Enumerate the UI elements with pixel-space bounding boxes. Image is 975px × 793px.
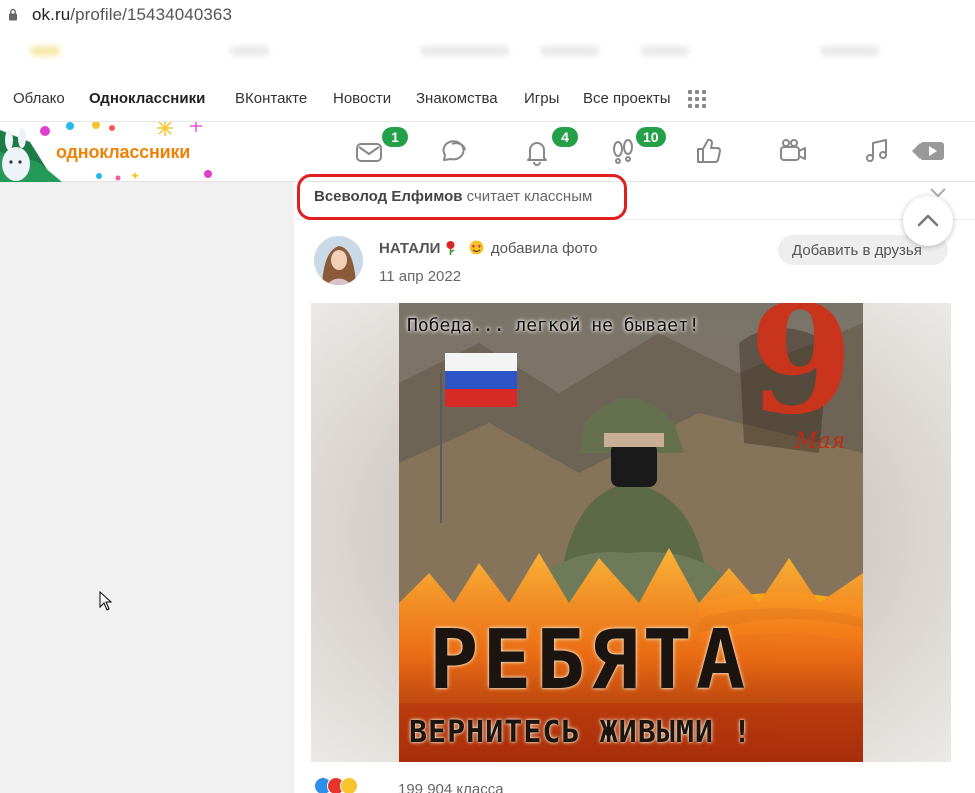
portal-item-odnoklassniki[interactable]: Одноклассники xyxy=(89,90,205,107)
portal-item-igry[interactable]: Игры xyxy=(524,90,559,107)
browser-address-bar[interactable]: ok.ru/profile/15434040363 xyxy=(0,0,975,30)
apps-grid-icon[interactable] xyxy=(688,90,706,108)
red-highlight-outline xyxy=(297,174,627,220)
portal-item-all-projects[interactable]: Все проекты xyxy=(583,90,671,107)
bookmarks-bar xyxy=(0,30,975,76)
notifications-icon[interactable] xyxy=(522,136,552,166)
portal-item-novosti[interactable]: Новости xyxy=(333,90,391,107)
post-photo-frame[interactable]: Победа... легкой не бывает! 9 Мая РЕБЯТА… xyxy=(311,303,951,762)
photo-caption-top: Победа... легкой не бывает! xyxy=(407,315,700,336)
portal-nav: Облако Одноклассники ВКонтакте Новости З… xyxy=(0,76,975,122)
lock-icon xyxy=(9,8,17,21)
messages-icon[interactable] xyxy=(354,136,384,166)
photo-caption-sub: ВЕРНИТЕСЬ ЖИВЫМИ ! xyxy=(409,715,753,750)
mouse-cursor-icon xyxy=(99,591,113,611)
heart-eyes-emoji-icon xyxy=(469,240,484,255)
messages-badge: 1 xyxy=(382,127,408,147)
feed-reason: Всеволод Елфимов считает классным xyxy=(294,174,975,220)
author-action: добавила фото xyxy=(490,240,598,257)
discussions-icon[interactable] xyxy=(438,136,468,166)
photo-nine: 9 xyxy=(749,303,854,448)
feed-card: Всеволод Елфимов считает классным НАТАЛИ… xyxy=(294,174,975,793)
portal-item-vkontakte[interactable]: ВКонтакте xyxy=(235,90,307,107)
author-avatar[interactable] xyxy=(314,236,363,285)
notifications-badge: 4 xyxy=(552,127,578,147)
klass-count[interactable]: 199 904 класса xyxy=(398,781,504,793)
svg-text:✦: ✦ xyxy=(130,169,140,182)
video-camera-icon[interactable] xyxy=(778,136,808,166)
guests-badge: 10 xyxy=(636,127,666,147)
scroll-to-top-button[interactable] xyxy=(903,196,953,246)
video-player-icon[interactable] xyxy=(912,136,946,166)
post-date[interactable]: 11 апр 2022 xyxy=(379,268,461,285)
url-text[interactable]: ok.ru/profile/15434040363 xyxy=(32,5,232,25)
url-path: /profile/15434040363 xyxy=(70,5,233,24)
ok-toolbar: ✦ одноклассники 1 4 10 xyxy=(0,120,975,183)
post-author: НАТАЛИ добавила фото xyxy=(379,240,598,257)
url-host: ok.ru xyxy=(32,5,71,24)
ok-logo[interactable]: ✦ одноклассники xyxy=(0,120,240,183)
post-photo[interactable]: Победа... легкой не бывает! 9 Мая РЕБЯТА… xyxy=(399,303,863,762)
portal-item-znakomstva[interactable]: Знакомства xyxy=(416,90,498,107)
likes-icon[interactable] xyxy=(694,136,724,166)
left-column xyxy=(0,182,292,793)
love-reaction-icon xyxy=(340,777,358,793)
guests-icon[interactable] xyxy=(608,136,638,166)
portal-item-oblako[interactable]: Облако xyxy=(13,90,65,107)
author-name-link[interactable]: НАТАЛИ xyxy=(379,240,440,257)
photo-caption-big: РЕБЯТА xyxy=(429,613,750,708)
rose-emoji-icon xyxy=(446,241,455,255)
music-icon[interactable] xyxy=(862,136,892,166)
chevron-up-icon xyxy=(917,214,939,227)
photo-maya: Мая xyxy=(795,429,846,454)
logo-text: одноклассники xyxy=(56,142,191,162)
